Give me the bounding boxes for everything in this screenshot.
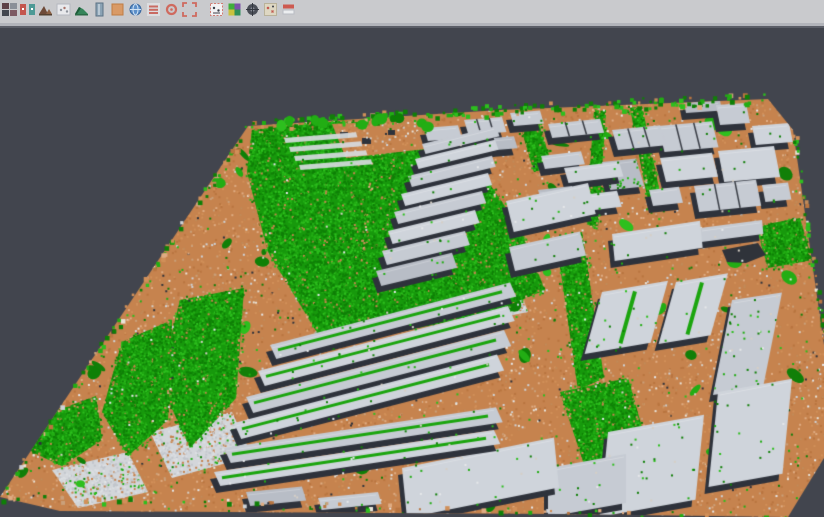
settings-gear-icon[interactable] (244, 1, 260, 17)
annotation-flag-icon[interactable] (262, 1, 278, 17)
toolbar (0, 0, 824, 23)
viewport-3d-pointcloud[interactable] (0, 28, 824, 517)
terrain-model-icon[interactable] (37, 1, 53, 17)
cross-section-icon[interactable] (208, 1, 224, 17)
select-brackets-icon[interactable] (181, 1, 197, 17)
dem-hill-icon[interactable] (73, 1, 89, 17)
measure-bars-icon[interactable] (280, 1, 296, 17)
texture-tile-icon[interactable] (1, 1, 17, 17)
profile-lines-icon[interactable] (145, 1, 161, 17)
swap-views-icon[interactable] (19, 1, 35, 17)
height-bar-icon[interactable] (91, 1, 107, 17)
ortho-square-icon[interactable] (109, 1, 125, 17)
classify-colors-icon[interactable] (226, 1, 242, 17)
point-select-icon[interactable] (55, 1, 71, 17)
globe-3d-icon[interactable] (127, 1, 143, 17)
target-ring-icon[interactable] (163, 1, 179, 17)
app-window (0, 0, 824, 517)
